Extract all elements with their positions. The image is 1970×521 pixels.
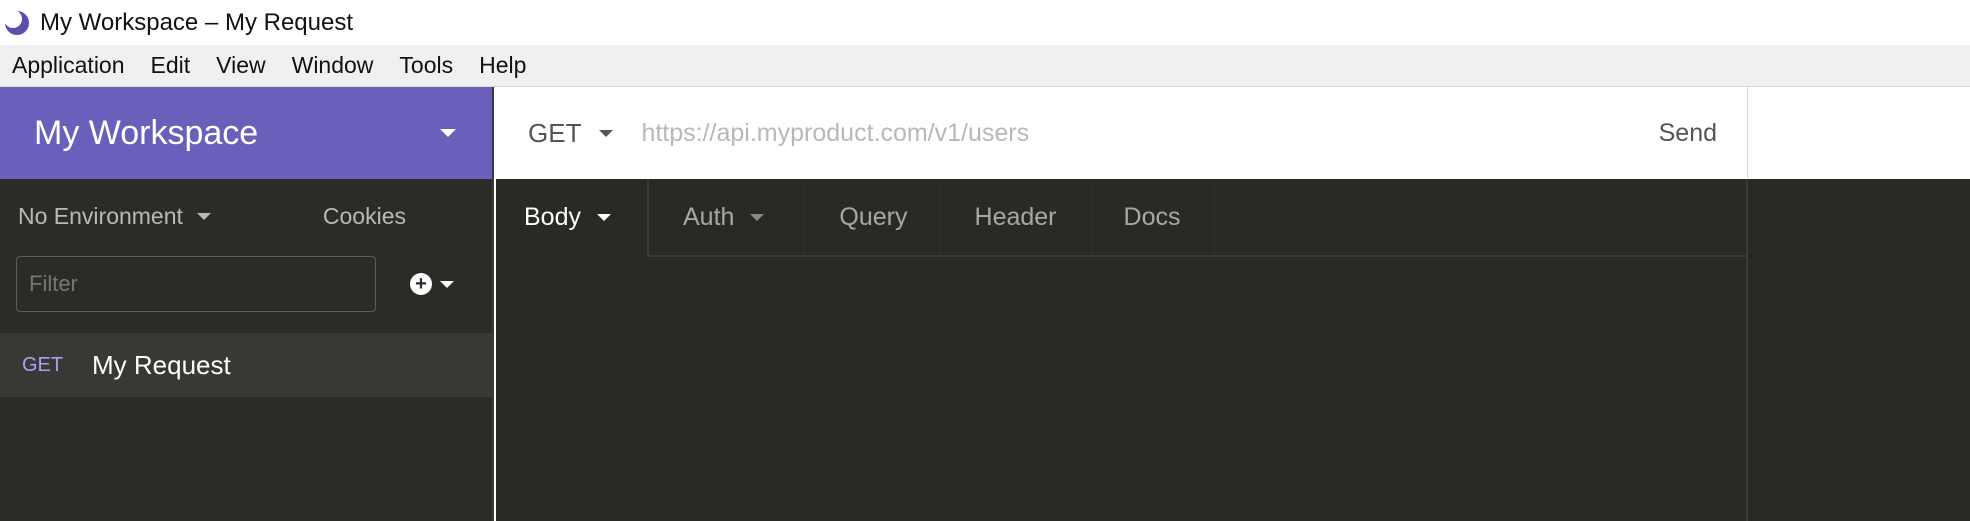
- tab-body-label: Body: [524, 202, 581, 231]
- tab-query-label: Query: [839, 202, 908, 231]
- window-title: My Workspace – My Request: [40, 8, 353, 36]
- plus-circle-icon: +: [410, 273, 432, 295]
- tab-header-label: Header: [974, 202, 1057, 231]
- tab-docs[interactable]: Docs: [1092, 179, 1216, 255]
- request-tabs: Body Auth Query Header Docs: [496, 179, 1746, 257]
- url-bar: GET Send: [496, 87, 1748, 179]
- tab-body[interactable]: Body: [496, 179, 649, 257]
- chevron-down-icon: [440, 129, 456, 137]
- sidebar: My Workspace No Environment Cookies + GE…: [0, 87, 494, 521]
- tab-docs-label: Docs: [1123, 202, 1181, 231]
- chevron-down-icon: [596, 213, 611, 221]
- environment-select[interactable]: No Environment: [18, 203, 211, 230]
- menu-tools[interactable]: Tools: [399, 52, 453, 79]
- response-pane: [1748, 179, 1970, 521]
- response-header-area: [1748, 87, 1970, 179]
- send-button[interactable]: Send: [1659, 119, 1717, 148]
- tab-header[interactable]: Header: [941, 179, 1092, 255]
- cookies-button[interactable]: Cookies: [323, 203, 406, 230]
- environment-row: No Environment Cookies: [0, 179, 492, 253]
- menu-window[interactable]: Window: [292, 52, 374, 79]
- tab-auth[interactable]: Auth: [649, 179, 806, 255]
- url-input[interactable]: [641, 108, 1522, 158]
- filter-input[interactable]: [16, 256, 376, 312]
- menu-help[interactable]: Help: [479, 52, 526, 79]
- request-panel: Body Auth Query Header Docs: [496, 179, 1748, 521]
- workspace-dropdown[interactable]: My Workspace: [0, 87, 492, 179]
- chevron-down-icon: [750, 213, 765, 221]
- chevron-down-icon: [196, 212, 211, 220]
- menu-view[interactable]: View: [216, 52, 265, 79]
- request-name: My Request: [92, 349, 231, 380]
- method-select[interactable]: GET: [528, 117, 614, 149]
- add-request-button[interactable]: +: [410, 273, 454, 295]
- workspace-title: My Workspace: [34, 113, 259, 152]
- app-logo-icon: [4, 9, 29, 35]
- tab-query[interactable]: Query: [805, 179, 941, 255]
- request-list-item[interactable]: GET My Request: [0, 333, 492, 397]
- menu-application[interactable]: Application: [12, 52, 125, 79]
- filter-row: +: [0, 253, 492, 315]
- menu-bar: Application Edit View Window Tools Help: [0, 45, 1970, 87]
- request-method-badge: GET: [22, 353, 64, 376]
- menu-edit[interactable]: Edit: [151, 52, 191, 79]
- chevron-down-icon: [599, 129, 614, 137]
- environment-label: No Environment: [18, 202, 183, 229]
- tab-auth-label: Auth: [682, 202, 735, 231]
- title-bar: My Workspace – My Request: [0, 0, 1970, 45]
- chevron-down-icon: [440, 280, 454, 288]
- method-label: GET: [528, 117, 582, 148]
